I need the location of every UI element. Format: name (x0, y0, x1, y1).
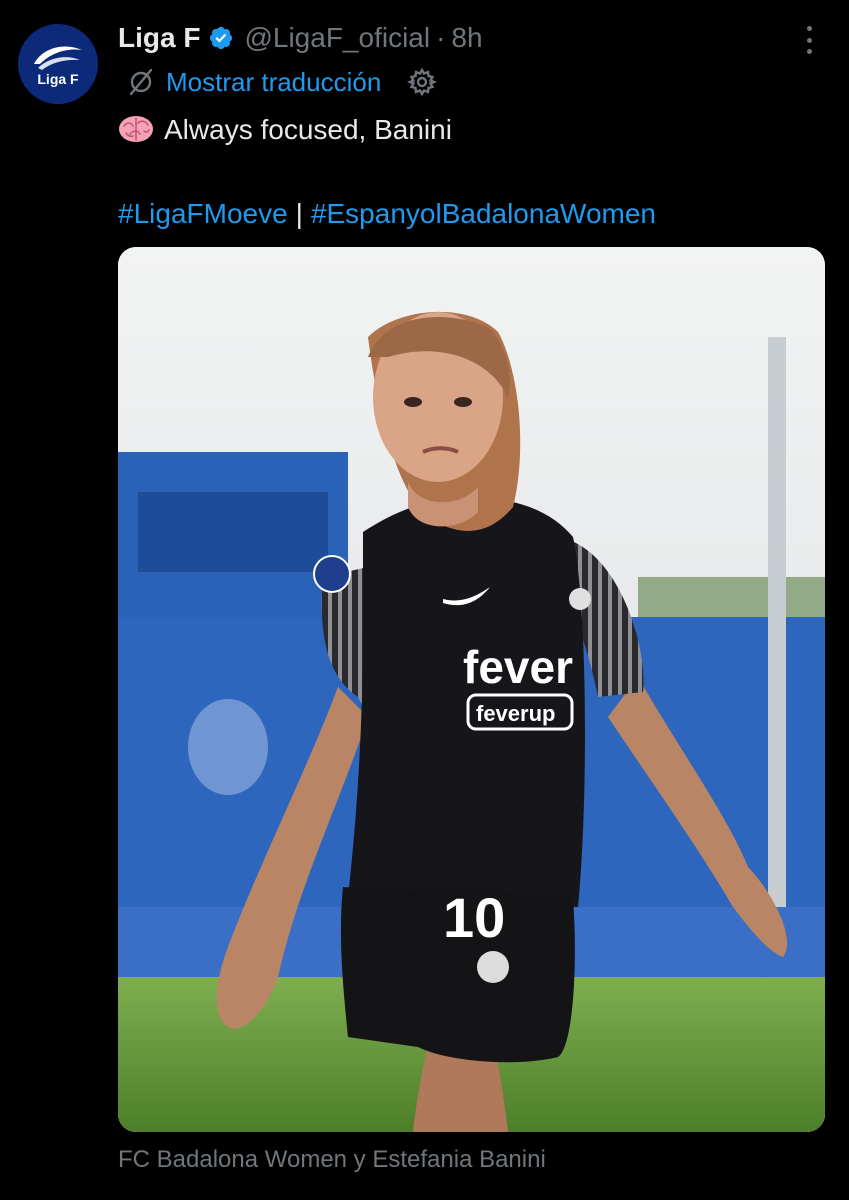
verified-badge-icon (208, 25, 234, 51)
avatar[interactable]: Liga F (18, 24, 98, 104)
author-handle[interactable]: @LigaF_oficial (244, 22, 430, 54)
hashtag-ligafmoeve[interactable]: #LigaFMoeve (118, 198, 288, 229)
photo-tags-caption[interactable]: FC Badalona Women y Estefania Banini (118, 1146, 546, 1174)
sponsor-sub-text: feverup (476, 701, 555, 726)
author-name[interactable]: Liga F (118, 22, 200, 54)
separator-dot: · (436, 22, 446, 53)
more-vertical-icon[interactable] (797, 26, 821, 54)
hashtag-espanyolbadalonawomen[interactable]: #EspanyolBadalonaWomen (311, 198, 656, 229)
liga-f-logo: Liga F (18, 24, 98, 104)
sponsor-logo-text: fever (463, 641, 573, 693)
brain-emoji-icon (119, 116, 153, 142)
show-translation-link[interactable]: Mostrar traducción (166, 67, 381, 98)
gear-icon[interactable] (407, 67, 438, 97)
post-text: Always focused, Banini (118, 108, 452, 152)
hashtag-line: #LigaFMoeve | #EspanyolBadalonaWomen (118, 192, 656, 236)
hashtag-separator: | (295, 198, 303, 229)
player-photo: 10 fever feverup (118, 247, 825, 1132)
post-photo[interactable]: 10 fever feverup (118, 247, 825, 1132)
shirt-number: 10 (443, 886, 505, 949)
translate-row: Mostrar traducción (126, 62, 438, 102)
translate-slash-icon (129, 68, 153, 96)
post-body: Always focused, Banini (164, 114, 452, 145)
avatar-text: Liga F (37, 71, 79, 87)
post-time[interactable]: 8h (451, 22, 482, 54)
post-header: Liga F @LigaF_oficial · 8h (118, 18, 483, 58)
